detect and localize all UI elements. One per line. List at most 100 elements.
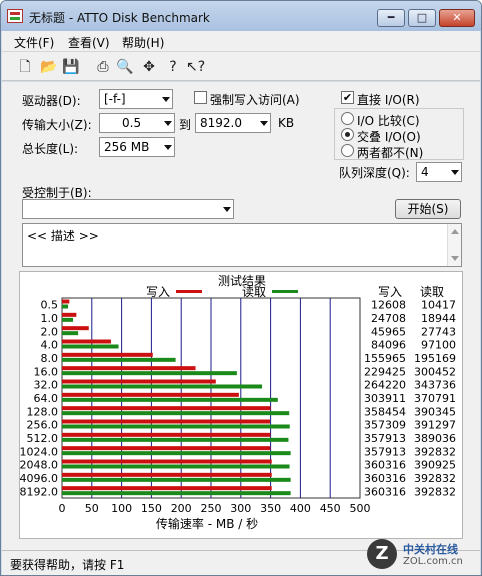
- queue-depth-select[interactable]: 4: [416, 162, 462, 182]
- y-tick-label: 512.0: [27, 432, 59, 445]
- bar-read: [62, 357, 176, 362]
- controlled-by-select[interactable]: [22, 199, 234, 219]
- print-preview-icon[interactable]: 🔍: [116, 58, 134, 76]
- description-textarea[interactable]: << 描述 >>: [22, 223, 462, 267]
- scroll-up-icon[interactable]: [451, 229, 459, 234]
- y-tick-label: 1024.0: [20, 445, 58, 458]
- watermark-line1: 中关村在线: [403, 543, 458, 556]
- bar-write: [62, 352, 153, 357]
- legend-read-swatch: [272, 290, 298, 293]
- context-help-icon[interactable]: ↖?: [186, 58, 205, 76]
- bar-write: [62, 366, 196, 371]
- y-tick-label: 64.0: [34, 392, 59, 405]
- y-tick-label: 2048.0: [20, 459, 58, 472]
- x-tick-label: 300: [230, 502, 251, 515]
- bar-read: [62, 477, 291, 482]
- value-write: 264220: [364, 379, 406, 392]
- neither-label: 两者都不(N): [357, 146, 424, 160]
- total-length-label: 总长度(L):: [22, 142, 79, 156]
- bar-write: [62, 379, 216, 384]
- value-write: 357913: [364, 445, 406, 458]
- value-read: 392832: [414, 445, 456, 458]
- menu-file[interactable]: 文件(F): [14, 34, 54, 51]
- menu-help[interactable]: 帮助(H): [122, 34, 164, 51]
- bar-write: [62, 326, 89, 331]
- minimize-button[interactable]: ━: [377, 9, 405, 27]
- bar-read: [62, 397, 278, 402]
- bar-write: [62, 446, 271, 451]
- save-icon[interactable]: 💾: [62, 58, 80, 76]
- force-write-checkbox[interactable]: [194, 91, 207, 104]
- io-mode-group: I/O 比较(C) 交叠 I/O(O) 两者都不(N): [334, 108, 464, 160]
- drive-select[interactable]: [-f-]: [99, 89, 173, 109]
- scroll-down-icon[interactable]: [451, 256, 459, 261]
- value-write: 357913: [364, 432, 406, 445]
- value-write: 84096: [371, 339, 406, 352]
- io-compare-label: I/O 比较(C): [357, 114, 420, 128]
- total-length-select[interactable]: 256 MB: [99, 137, 175, 157]
- transfer-from-select[interactable]: 0.5: [99, 113, 175, 133]
- value-read: 97100: [421, 339, 456, 352]
- value-write: 45965: [371, 325, 406, 338]
- y-tick-label: 8.0: [41, 352, 59, 365]
- io-compare-radio[interactable]: [341, 112, 354, 125]
- overlapped-io-radio[interactable]: [341, 128, 354, 141]
- x-tick-label: 50: [85, 502, 99, 515]
- y-tick-label: 16.0: [34, 365, 59, 378]
- bar-read: [62, 464, 290, 469]
- x-tick-label: 100: [111, 502, 132, 515]
- direct-io-label: 直接 I/O(R): [357, 93, 420, 107]
- chevron-down-icon: [451, 170, 459, 175]
- value-read: 27743: [421, 325, 456, 338]
- chevron-down-icon: [223, 207, 231, 212]
- y-tick-label: 256.0: [27, 419, 59, 432]
- value-read: 18944: [421, 312, 456, 325]
- x-tick-label: 250: [201, 502, 222, 515]
- bar-read: [62, 411, 290, 416]
- value-write: 357309: [364, 419, 406, 432]
- x-tick-label: 400: [290, 502, 311, 515]
- title-bar[interactable]: 无标题 - ATTO Disk Benchmark ━ □ ✕: [1, 1, 481, 31]
- value-read: 300452: [414, 365, 456, 378]
- value-read: 392832: [414, 485, 456, 498]
- menu-view[interactable]: 查看(V): [68, 34, 110, 51]
- x-tick-label: 200: [171, 502, 192, 515]
- close-button[interactable]: ✕: [439, 9, 475, 27]
- print-icon[interactable]: ⎙: [94, 58, 112, 76]
- help-icon[interactable]: ?: [164, 58, 182, 76]
- app-icon: [7, 9, 23, 23]
- legend-write-label: 写入: [146, 285, 170, 299]
- y-tick-label: 1.0: [41, 312, 59, 325]
- x-tick-label: 450: [320, 502, 341, 515]
- open-icon[interactable]: 📂: [40, 58, 58, 76]
- move-icon[interactable]: ✥: [140, 58, 158, 76]
- new-icon[interactable]: 🗋: [16, 58, 34, 76]
- y-tick-label: 4096.0: [20, 472, 58, 485]
- bar-write: [62, 312, 77, 317]
- results-chart: 测试结果写入 读取 写入 读取0 50 100 150 200 250 300 350 400 450 5…: [20, 273, 456, 531]
- description-scrollbar[interactable]: [447, 224, 461, 266]
- legend-read-label: 读取: [242, 285, 266, 299]
- start-button[interactable]: 开始(S): [395, 199, 461, 219]
- value-write: 229425: [364, 365, 406, 378]
- bar-write: [62, 339, 111, 344]
- bar-read: [62, 317, 74, 322]
- to-label: 到: [179, 118, 192, 132]
- maximize-button[interactable]: □: [408, 9, 436, 27]
- y-tick-label: 8192.0: [20, 485, 58, 498]
- bar-read: [62, 424, 290, 429]
- app-window: 无标题 - ATTO Disk Benchmark ━ □ ✕ 文件(F) 查看…: [0, 0, 482, 576]
- neither-radio[interactable]: [341, 144, 354, 157]
- value-read: 10417: [421, 299, 456, 312]
- transfer-to-value: 8192.0: [200, 116, 242, 130]
- value-write: 155965: [364, 352, 406, 365]
- direct-io-checkbox[interactable]: ✔: [341, 91, 354, 104]
- y-tick-label: 128.0: [27, 405, 59, 418]
- transfer-to-select[interactable]: 8192.0: [195, 113, 271, 133]
- force-write-label: 强制写入访问(A): [210, 93, 300, 107]
- value-read: 343736: [414, 379, 456, 392]
- x-tick-label: 0: [59, 502, 66, 515]
- x-axis-label: 传输速率 - MB / 秒: [156, 516, 258, 531]
- x-tick-label: 150: [141, 502, 162, 515]
- bar-write: [62, 486, 272, 491]
